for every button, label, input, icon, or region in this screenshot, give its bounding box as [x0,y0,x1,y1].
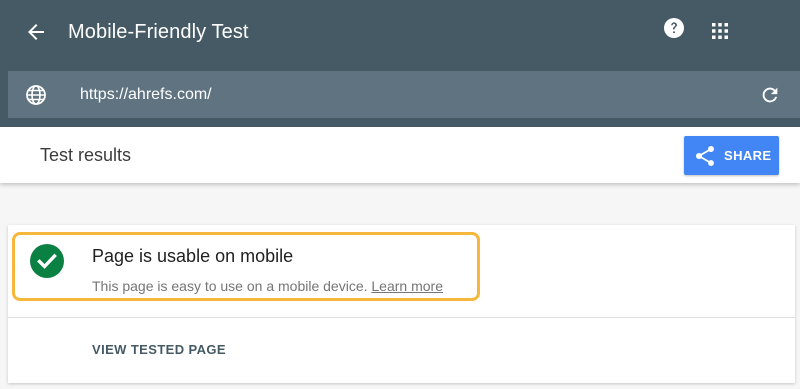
results-header: Test results SHARE [0,127,800,183]
verdict-description-text: This page is easy to use on a mobile dev… [92,278,368,294]
app-title: Mobile-Friendly Test [68,21,249,43]
help-icon [664,18,684,38]
verdict-description: This page is easy to use on a mobile dev… [92,277,443,295]
globe-icon [26,85,46,105]
card-divider [8,317,795,318]
share-button[interactable]: SHARE [684,136,779,175]
verdict-title: Page is usable on mobile [92,246,294,266]
results-title: Test results [40,145,132,165]
refresh-button[interactable] [758,83,782,107]
apps-button[interactable] [708,19,732,43]
refresh-icon [762,87,778,103]
learn-more-link[interactable]: Learn more [371,278,443,294]
result-card: Page is usable on mobile This page is ea… [8,225,795,383]
check-circle-icon [30,244,64,278]
share-icon [696,145,714,166]
top-app-bar: Mobile-Friendly Test [0,0,800,127]
back-button[interactable] [22,18,50,46]
url-input[interactable] [80,81,720,109]
share-button-label: SHARE [724,148,772,163]
arrow-back-icon [28,24,44,40]
view-tested-page-button[interactable]: VIEW TESTED PAGE [92,342,226,357]
apps-grid-icon [712,23,728,39]
url-bar [8,71,800,118]
help-button[interactable] [662,16,686,40]
